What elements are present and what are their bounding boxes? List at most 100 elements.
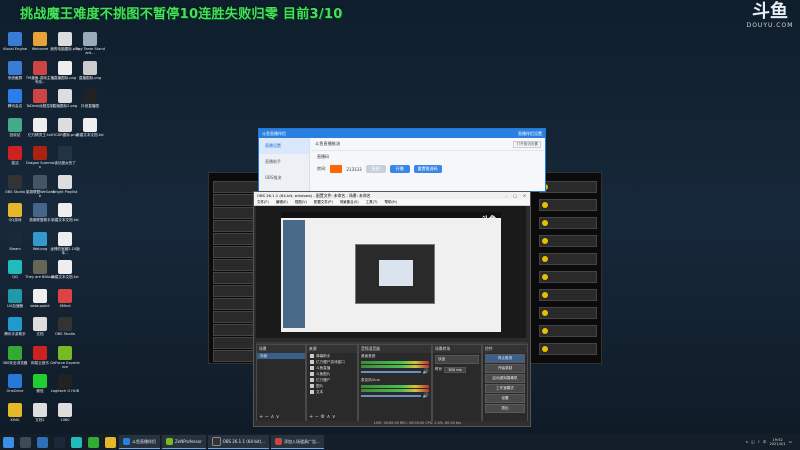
menu-file[interactable]: 文件(F) (257, 200, 269, 205)
douyu-titlebar[interactable]: 斗鱼直播伴侣 直播伴侣设置 (259, 129, 545, 138)
minimize-icon[interactable]: – (505, 193, 507, 198)
settings-button[interactable]: 设置 (485, 394, 525, 403)
gold-coin-icon (542, 310, 548, 316)
copy-button[interactable]: 复制 (365, 165, 386, 173)
virtual-camera-button[interactable]: 启动虚拟摄像机 (485, 374, 525, 383)
game-right-row[interactable] (539, 271, 597, 283)
game-right-row[interactable] (539, 343, 597, 355)
source-label: 斗鱼图片 (316, 371, 331, 376)
mic-speaker-icon[interactable]: 🔊 (423, 393, 429, 399)
scenes-dock-title: 场景 (257, 345, 305, 353)
reset-stream-key-button[interactable]: 重置推流码 (413, 165, 442, 173)
menu-profile[interactable]: 配置文件(P) (314, 200, 333, 205)
desktop-icon[interactable]: 1080 (50, 402, 80, 422)
douyu-companion-window[interactable]: 斗鱼直播伴侣 直播伴侣设置 直播设置 直播助手 OBS推流 斗鱼直播推流 直播码… (258, 128, 546, 192)
desktop-icon[interactable]: 抖音直播图 (75, 89, 105, 108)
game-right-row[interactable] (539, 253, 597, 265)
source-item[interactable]: 文本 (307, 389, 357, 395)
source-type-icon (310, 384, 314, 388)
studio-mode-button[interactable]: 工作室模式 (485, 384, 525, 393)
mic-volume-slider[interactable] (361, 395, 421, 397)
douyu-side-item-live-settings[interactable]: 直播设置 (259, 138, 309, 154)
qq-taskbar-icon[interactable] (71, 436, 82, 448)
steam-taskbar-icon[interactable] (54, 436, 65, 448)
douyu-logo-cn: 斗鱼 (752, 1, 788, 22)
mixer-dock-title: 音频混音器 (359, 345, 431, 353)
desktop-icon-label: Bright Playlist (52, 189, 78, 194)
game-right-row[interactable] (539, 217, 597, 229)
exit-button[interactable]: 退出 (485, 404, 525, 413)
volume-icon[interactable]: ♪ (758, 440, 760, 444)
source-label: 亿万僵尸游戏窗口 (316, 359, 345, 364)
game-right-row[interactable] (539, 235, 597, 247)
taskbar-task-zenprofessor[interactable]: ZeNProfessor (162, 435, 206, 449)
desktop-icon[interactable]: 新建文本文档.txt (50, 260, 80, 279)
open-push-settings-button[interactable]: 打开推流设置 (513, 141, 541, 148)
source-label: 图片 (316, 383, 324, 388)
menu-help[interactable]: 帮助(H) (385, 200, 397, 205)
desktop-icon[interactable]: 直播图标.png (75, 60, 105, 80)
desktop-icon[interactable]: GeForce Experience (50, 345, 80, 369)
menu-tools[interactable]: 工具(T) (366, 200, 378, 205)
stop-streaming-button[interactable]: 停止推流 (485, 354, 525, 363)
desktop-icon[interactable]: 龙神的宝藏2.10版本... (50, 231, 80, 255)
clock[interactable]: 19:52 2021/4/1 (769, 438, 785, 447)
gold-coin-icon (542, 238, 548, 244)
scene-add-icon[interactable]: + − ∧ ∨ (259, 414, 279, 420)
task-view-icon[interactable] (37, 436, 48, 448)
obs-preview[interactable]: 斗鱼 (256, 206, 526, 338)
desktop-icon[interactable]: XMind (50, 288, 80, 308)
desktop-app-icon (58, 203, 72, 217)
taskbar-task-ads[interactable]: 添加入场道具广告... (271, 435, 324, 449)
browser-taskbar-icon[interactable] (88, 436, 99, 448)
game-right-row[interactable] (539, 181, 597, 193)
mic-meter-2 (361, 389, 429, 392)
desktop-app-icon (58, 60, 72, 75)
douyu-side-item-assistant[interactable]: 直播助手 (259, 154, 309, 170)
source-add-icon[interactable]: + − ⚙ ∧ ∨ (309, 414, 336, 420)
douyu-side-item-obs-push[interactable]: OBS推流 (259, 170, 309, 186)
game-right-row[interactable] (539, 307, 597, 319)
tray-up-arrow-icon[interactable]: ∧ (746, 440, 749, 444)
speaker-icon[interactable]: 🔊 (423, 369, 429, 375)
ime-indicator[interactable]: 中 (763, 440, 767, 445)
desktop-app-icon (8, 231, 22, 246)
obs-titlebar[interactable]: OBS 26.1.1 (64-bit, windows) - 配置文件: 未命名… (254, 192, 530, 199)
scene-item[interactable]: 场景 (257, 353, 305, 359)
game-right-row[interactable] (539, 289, 597, 301)
gold-coin-icon (542, 202, 548, 208)
taskbar-task-douyu[interactable]: 斗鱼直播伴侣 (119, 435, 160, 449)
obs-window[interactable]: OBS 26.1.1 (64-bit, windows) - 配置文件: 未命名… (253, 191, 531, 427)
start-live-button[interactable]: 开播 (389, 165, 410, 173)
duration-input[interactable]: 300 ms (444, 367, 466, 373)
desktop-volume-slider[interactable] (361, 371, 421, 373)
desktop-icon[interactable]: 新建文本文档.txt (75, 117, 105, 137)
start-icon[interactable] (3, 436, 14, 448)
source-label: 文本 (316, 389, 324, 394)
obs-window-title: OBS 26.1.1 (64-bit, windows) - 配置文件: 未命名… (257, 192, 371, 198)
desktop-icon[interactable]: Tiny Team Standard... (75, 32, 105, 55)
menu-edit[interactable]: 编辑(E) (276, 200, 288, 205)
transition-select[interactable]: 淡出 (435, 355, 479, 364)
start-recording-button[interactable]: 开始录制 (485, 364, 525, 373)
search-icon[interactable] (20, 436, 31, 448)
game-right-row[interactable] (539, 325, 597, 337)
douyu-sidebar: 直播设置 直播助手 OBS推流 (259, 138, 310, 191)
notification-icon[interactable]: ▭ (789, 440, 792, 444)
game-right-row[interactable] (539, 199, 597, 211)
source-label: 弹幕助手 (316, 353, 331, 358)
network-icon[interactable]: ◫ (751, 440, 754, 444)
folder-taskbar-icon[interactable] (105, 436, 116, 448)
desktop-icon[interactable]: Bright Playlist (50, 174, 80, 194)
taskbar-task-obs[interactable]: OBS 26.1.1 (64-bit)... (207, 435, 269, 449)
desktop-audio-meter (361, 361, 429, 364)
menu-view[interactable]: 视图(V) (295, 200, 307, 205)
desktop-icon[interactable]: OBS Studio (50, 317, 80, 336)
desktop-icon[interactable]: 新建文本文档.txt (50, 203, 80, 222)
close-icon[interactable]: ✕ (523, 193, 526, 198)
menu-scene-collection[interactable]: 场景集合(S) (340, 200, 359, 205)
desktop-icon[interactable]: 读记魔女的了 (50, 146, 80, 165)
douyu-settings-link[interactable]: 直播伴侣设置 (518, 131, 542, 137)
maximize-icon[interactable]: □ (513, 193, 517, 198)
desktop-icon[interactable]: Logitech G HUB (50, 374, 80, 393)
